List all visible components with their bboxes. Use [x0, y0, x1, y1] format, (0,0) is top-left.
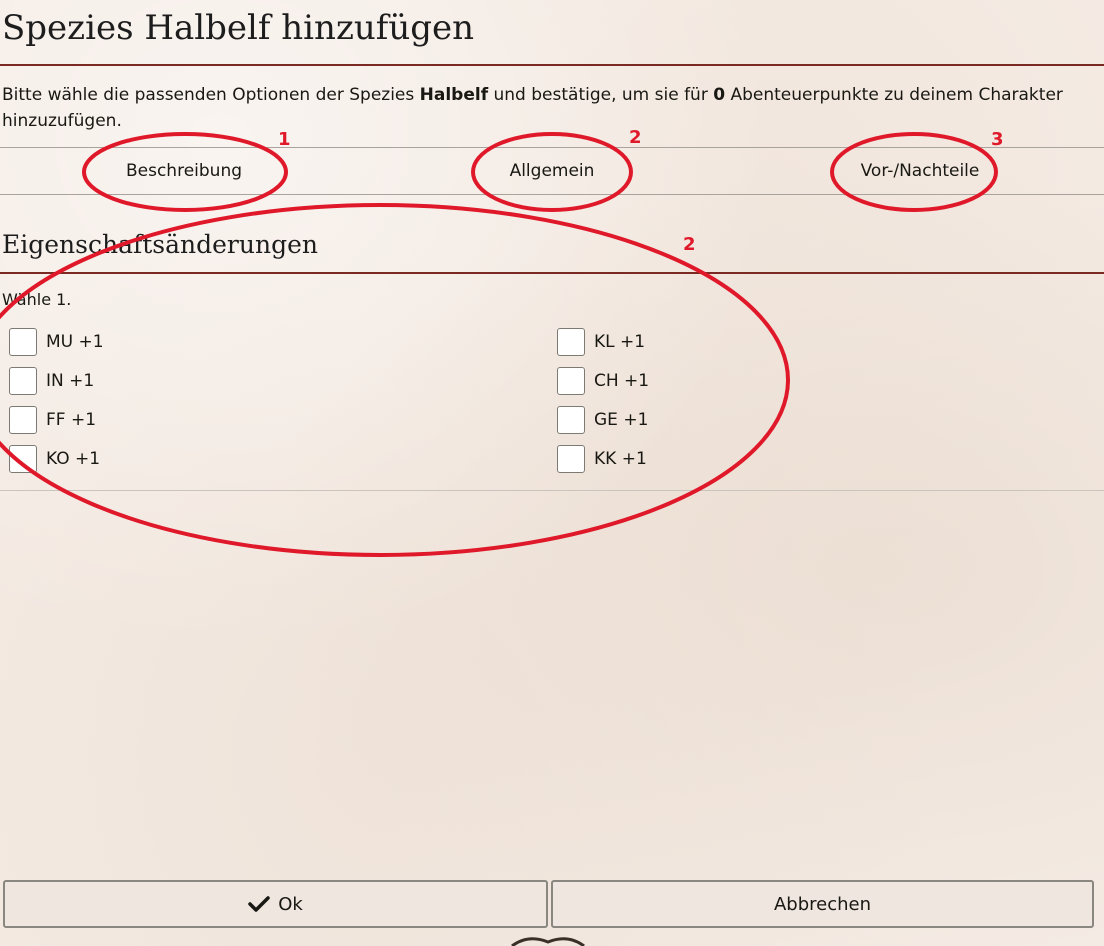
cancel-button[interactable]: Abbrechen — [551, 880, 1094, 928]
option-kk: KK +1 — [557, 443, 647, 475]
ok-button[interactable]: Ok — [3, 880, 548, 928]
option-in-checkbox[interactable] — [9, 367, 37, 395]
option-ge-checkbox[interactable] — [557, 406, 585, 434]
option-ch-label: CH +1 — [594, 371, 650, 391]
title-divider — [0, 64, 1104, 66]
species-name: Halbelf — [419, 85, 489, 105]
option-kl: KL +1 — [557, 326, 645, 358]
section-divider — [0, 272, 1104, 274]
annotation-overlay — [0, 132, 998, 557]
choose-label: Wähle 1. — [2, 290, 72, 309]
annotation-number-2: 2 — [629, 127, 642, 148]
option-ch-checkbox[interactable] — [557, 367, 585, 395]
option-ge-label: GE +1 — [594, 410, 649, 430]
intro-part2: und bestätige, um sie für — [488, 85, 714, 105]
option-kl-label: KL +1 — [594, 332, 646, 352]
option-kl-checkbox[interactable] — [557, 328, 585, 356]
tab-allgemein[interactable]: Allgemein — [368, 148, 736, 194]
option-in: IN +1 — [9, 365, 94, 397]
option-kk-label: KK +1 — [594, 449, 647, 469]
option-mu: MU +1 — [9, 326, 104, 358]
ok-label: Ok — [278, 893, 303, 915]
tab-beschreibung[interactable]: Beschreibung — [0, 148, 368, 194]
tab-bar: Beschreibung Allgemein Vor-/Nachteile — [0, 147, 1104, 195]
section-title: Eigenschaftsänderungen — [2, 230, 318, 259]
ap-value: 0 — [713, 85, 726, 105]
intro-text: Bitte wähle die passenden Optionen der S… — [2, 82, 1102, 134]
annotation-number-3: 3 — [991, 129, 1004, 150]
bottom-ornament — [511, 937, 585, 946]
dialog-title: Spezies Halbelf hinzufügen — [2, 8, 475, 48]
option-ff-checkbox[interactable] — [9, 406, 37, 434]
option-ge: GE +1 — [557, 404, 648, 436]
option-kk-checkbox[interactable] — [557, 445, 585, 473]
option-mu-label: MU +1 — [46, 332, 104, 352]
options-divider — [0, 490, 1104, 491]
option-ko-checkbox[interactable] — [9, 445, 37, 473]
option-mu-checkbox[interactable] — [9, 328, 37, 356]
annotation-number-1: 1 — [278, 129, 291, 150]
option-ko: KO +1 — [9, 443, 100, 475]
checkmark-icon — [248, 896, 270, 912]
option-ff: FF +1 — [9, 404, 96, 436]
option-ff-label: FF +1 — [46, 410, 97, 430]
annotation-number-section: 2 — [683, 234, 696, 255]
cancel-label: Abbrechen — [773, 893, 872, 915]
tab-vor-nachteile[interactable]: Vor-/Nachteile — [736, 148, 1104, 194]
option-ko-label: KO +1 — [46, 449, 101, 469]
intro-part1: Bitte wähle die passenden Optionen der S… — [2, 85, 420, 105]
option-in-label: IN +1 — [46, 371, 95, 391]
option-ch: CH +1 — [557, 365, 649, 397]
